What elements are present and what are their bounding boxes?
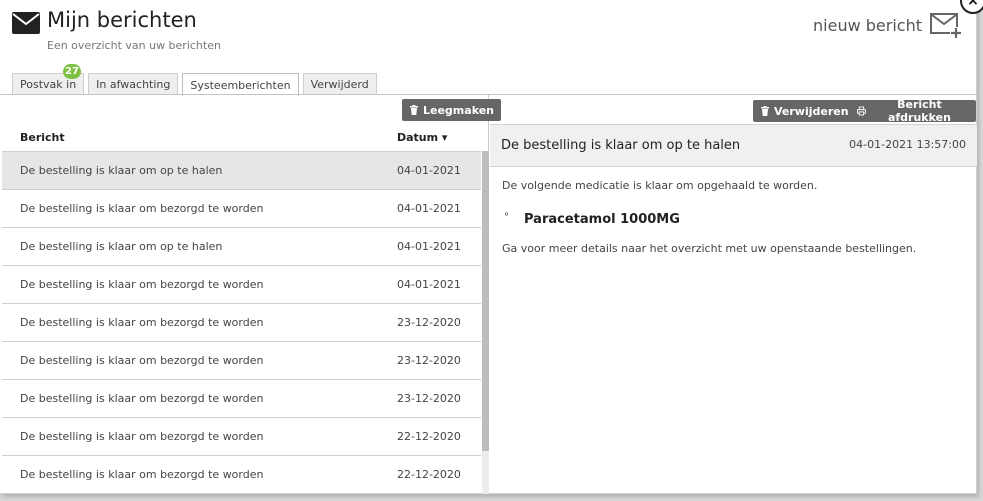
delete-button[interactable]: Verwijderen xyxy=(753,100,856,122)
medication-item: Paracetamol 1000MG xyxy=(524,212,680,227)
table-row[interactable]: De bestelling is klaar om bezorgd te wor… xyxy=(2,455,481,493)
tab-bar: Postvak in 27 In afwachting Systeemberic… xyxy=(12,64,377,96)
detail-intro-text: De volgende medicatie is klaar om opgeha… xyxy=(502,179,818,192)
table-row[interactable]: De bestelling is klaar om op te halen 04… xyxy=(2,227,481,265)
scrollbar-thumb[interactable] xyxy=(482,151,489,451)
page-title: Mijn berichten xyxy=(47,8,197,32)
message-list: De bestelling is klaar om op te halen 04… xyxy=(2,151,481,494)
tab-in-afwachting[interactable]: In afwachting xyxy=(88,73,179,95)
row-date: 04-01-2021 xyxy=(397,240,461,253)
row-subject: De bestelling is klaar om op te halen xyxy=(20,164,223,177)
column-header-date[interactable]: Datum ▾ xyxy=(397,131,447,144)
close-button[interactable]: × xyxy=(960,0,983,14)
detail-subject: De bestelling is klaar om op te halen xyxy=(501,138,741,153)
row-date: 23-12-2020 xyxy=(397,354,461,367)
messages-modal: Mijn berichten Een overzicht van uw beri… xyxy=(0,0,983,494)
print-button-label: Bericht afdrukken xyxy=(887,98,951,124)
tab-label: Verwijderd xyxy=(310,78,369,91)
clear-button[interactable]: Leegmaken xyxy=(402,99,502,121)
page-subtitle: Een overzicht van uw berichten xyxy=(47,39,221,52)
tab-label: Systeemberichten xyxy=(190,78,291,92)
table-row[interactable]: De bestelling is klaar om op te halen 04… xyxy=(2,151,481,189)
printer-icon xyxy=(857,106,866,116)
row-subject: De bestelling is klaar om bezorgd te wor… xyxy=(20,278,264,291)
table-row[interactable]: De bestelling is klaar om bezorgd te wor… xyxy=(2,341,481,379)
detail-note-text: Ga voor meer details naar het overzicht … xyxy=(502,242,917,255)
row-subject: De bestelling is klaar om bezorgd te wor… xyxy=(20,430,264,443)
table-row[interactable]: De bestelling is klaar om bezorgd te wor… xyxy=(2,379,481,417)
column-header-subject[interactable]: Bericht xyxy=(20,131,65,144)
row-subject: De bestelling is klaar om bezorgd te wor… xyxy=(20,316,264,329)
tab-systeemberichten[interactable]: Systeemberichten xyxy=(182,73,299,96)
row-date: 04-01-2021 xyxy=(397,202,461,215)
table-row[interactable]: De bestelling is klaar om bezorgd te wor… xyxy=(2,189,481,227)
bullet-icon: ° xyxy=(504,212,509,223)
row-subject: De bestelling is klaar om bezorgd te wor… xyxy=(20,354,264,367)
row-date: 04-01-2021 xyxy=(397,164,461,177)
table-row[interactable]: De bestelling is klaar om bezorgd te wor… xyxy=(2,303,481,341)
table-row[interactable]: De bestelling is klaar om bezorgd te wor… xyxy=(2,417,481,455)
row-subject: De bestelling is klaar om bezorgd te wor… xyxy=(20,202,264,215)
tab-verwijderd[interactable]: Verwijderd xyxy=(302,73,377,95)
clear-button-label: Leegmaken xyxy=(423,103,495,117)
tab-postvak-in[interactable]: Postvak in 27 xyxy=(12,64,85,95)
row-date: 23-12-2020 xyxy=(397,392,461,405)
envelope-icon xyxy=(12,12,40,34)
trash-icon xyxy=(410,105,418,115)
row-date: 22-12-2020 xyxy=(397,430,461,443)
row-subject: De bestelling is klaar om bezorgd te wor… xyxy=(20,468,264,481)
trash-icon xyxy=(761,106,769,116)
new-message-button[interactable]: nieuw bericht xyxy=(813,11,962,39)
row-date: 04-01-2021 xyxy=(397,278,461,291)
tab-label: In afwachting xyxy=(96,78,171,91)
delete-button-label: Verwijderen xyxy=(774,104,849,118)
envelope-plus-icon xyxy=(930,13,962,39)
message-detail-header: De bestelling is klaar om op te halen 04… xyxy=(490,124,977,167)
tab-label: Postvak in xyxy=(20,78,77,91)
new-message-label: nieuw bericht xyxy=(813,15,922,35)
unread-count-badge: 27 xyxy=(63,64,81,79)
row-subject: De bestelling is klaar om op te halen xyxy=(20,240,223,253)
list-scrollbar[interactable] xyxy=(482,151,489,494)
print-button[interactable]: Bericht afdrukken xyxy=(850,98,976,124)
row-date: 23-12-2020 xyxy=(397,316,461,329)
row-subject: De bestelling is klaar om bezorgd te wor… xyxy=(20,392,264,405)
row-date: 22-12-2020 xyxy=(397,468,461,481)
table-row[interactable]: De bestelling is klaar om bezorgd te wor… xyxy=(2,265,481,303)
detail-datetime: 04-01-2021 13:57:00 xyxy=(849,138,966,151)
